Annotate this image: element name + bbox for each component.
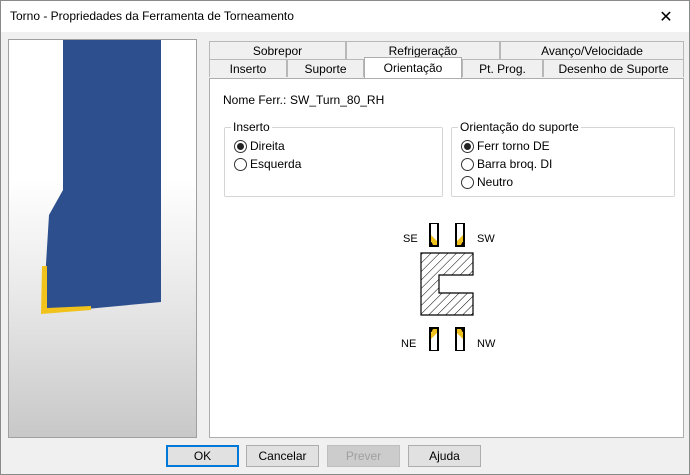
- window-title: Torno - Propriedades da Ferramenta de To…: [10, 9, 294, 23]
- tab-inserto[interactable]: Inserto: [209, 59, 287, 77]
- tab-desenho-de-suporte[interactable]: Desenho de Suporte: [543, 59, 684, 77]
- title-bar: Torno - Propriedades da Ferramenta de To…: [1, 1, 689, 32]
- radio-ferr-torno-de-indicator[interactable]: [461, 139, 474, 153]
- radio-barra-broq-di-indicator[interactable]: [461, 157, 474, 171]
- diagram-label-ne: NE: [401, 338, 417, 350]
- cancel-button[interactable]: Cancelar: [246, 445, 319, 467]
- radio-barra-broq-di-label: Barra broq. DI: [477, 157, 553, 171]
- radio-direita-indicator[interactable]: [234, 139, 247, 153]
- tool-name-value: SW_Turn_80_RH: [290, 93, 385, 107]
- tab-pt-prog[interactable]: Pt. Prog.: [462, 59, 543, 77]
- tool-se-icon[interactable]: [429, 223, 439, 247]
- radio-direita[interactable]: Direita: [234, 139, 285, 153]
- tool-holder-body: [43, 40, 161, 313]
- ok-button[interactable]: OK: [166, 445, 239, 467]
- tool-preview-graphic: [41, 40, 161, 314]
- holder-orientation-group-title: Orientação do suporte: [458, 120, 581, 134]
- diagram-label-se: SE: [403, 233, 418, 245]
- tool-nw-icon[interactable]: [455, 327, 465, 351]
- workpiece-shape: [420, 252, 474, 316]
- radio-neutro-indicator[interactable]: [461, 175, 474, 189]
- radio-neutro[interactable]: Neutro: [461, 175, 513, 189]
- radio-ferr-torno-de[interactable]: Ferr torno DE: [461, 139, 550, 153]
- tab-sobrepor[interactable]: Sobrepor: [209, 41, 346, 59]
- dialog-window: Torno - Propriedades da Ferramenta de To…: [0, 0, 690, 475]
- radio-esquerda-indicator[interactable]: [234, 157, 247, 171]
- insert-group: Inserto Direita Esquerda: [224, 120, 443, 197]
- radio-esquerda-label: Esquerda: [250, 157, 302, 171]
- diagram-label-nw: NW: [477, 338, 496, 350]
- holder-orientation-group: Orientação do suporte Ferr torno DE Barr…: [451, 120, 675, 197]
- tab-suporte[interactable]: Suporte: [287, 59, 364, 77]
- tab-control: Sobrepor Refrigeração Avanço/Velocidade …: [209, 41, 684, 438]
- tool-sw-icon[interactable]: [455, 223, 465, 247]
- tab-avanco-velocidade[interactable]: Avanço/Velocidade: [500, 41, 684, 59]
- radio-ferr-torno-de-label: Ferr torno DE: [477, 139, 550, 153]
- radio-barra-broq-di[interactable]: Barra broq. DI: [461, 157, 552, 171]
- orientation-diagram: SE SW NE NW: [395, 221, 505, 401]
- radio-neutro-label: Neutro: [477, 175, 514, 189]
- tool-preview: [8, 39, 197, 438]
- orientation-diagram-graphic: [420, 223, 474, 351]
- radio-direita-label: Direita: [250, 139, 285, 153]
- tool-ne-icon[interactable]: [429, 327, 439, 351]
- tool-name-label: Nome Ferr.:: [223, 93, 287, 107]
- diagram-label-sw: SW: [477, 233, 495, 245]
- tab-orientacao[interactable]: Orientação: [364, 57, 462, 78]
- help-button[interactable]: Ajuda: [408, 445, 481, 467]
- orientation-panel: Nome Ferr.: SW_Turn_80_RH Inserto Direit…: [209, 78, 684, 438]
- preview-button[interactable]: Prever: [327, 445, 400, 467]
- close-icon[interactable]: ✕: [643, 1, 689, 32]
- insert-group-title: Inserto: [231, 120, 272, 134]
- radio-esquerda[interactable]: Esquerda: [234, 157, 301, 171]
